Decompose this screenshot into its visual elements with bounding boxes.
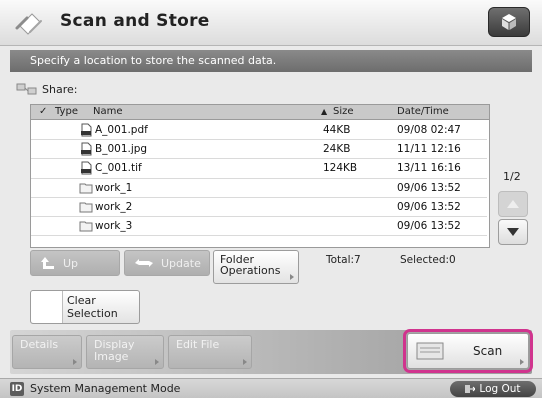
scroll-down-button[interactable] xyxy=(498,219,528,245)
folder-icon xyxy=(79,221,93,232)
scan-and-store-screen: Scan and Store Specify a location to sto… xyxy=(0,0,542,398)
box-icon xyxy=(502,14,516,30)
scanner-icon xyxy=(15,13,42,35)
details-button[interactable]: Details xyxy=(12,335,82,369)
logout-button[interactable]: Log Out xyxy=(450,381,536,397)
check-column-icon: ✓ xyxy=(39,106,48,117)
table-row[interactable]: work_2 09/06 13:52 xyxy=(31,197,487,217)
file-date: 09/06 13:52 xyxy=(397,200,461,213)
folder-operations-button[interactable]: Folder Operations xyxy=(213,250,299,284)
sort-ascending-icon: ▲ xyxy=(321,107,328,116)
pdf-icon xyxy=(81,123,92,137)
share-label: Share: xyxy=(42,82,78,96)
page-title: Scan and Store xyxy=(60,11,210,31)
details-label: Details xyxy=(20,338,59,351)
selected-count: Selected:0 xyxy=(400,254,456,266)
up-label: Up xyxy=(63,256,79,270)
clear-selection-line1: Clear xyxy=(67,294,96,307)
scan-icon xyxy=(416,342,444,360)
file-size: 24KB xyxy=(323,143,351,156)
share-location: Share: xyxy=(16,80,77,98)
file-date: 09/06 13:52 xyxy=(397,181,461,194)
display-image-line2: Image xyxy=(94,350,129,363)
logout-label: Log Out xyxy=(479,383,521,395)
status-bar: ID System Management Mode Log Out xyxy=(0,378,542,398)
file-rows: A_001.pdf 44KB 09/08 02:47 B_001.jpg 24K… xyxy=(31,121,487,237)
jpg-icon xyxy=(81,142,92,156)
column-date[interactable]: Date/Time xyxy=(397,106,449,117)
checkbox-icon xyxy=(31,291,63,323)
tif-icon xyxy=(81,161,92,175)
file-name: work_2 xyxy=(95,200,133,213)
display-image-button[interactable]: Display Image xyxy=(86,335,164,369)
scan-button[interactable]: Scan xyxy=(407,333,529,369)
update-button[interactable]: Update xyxy=(124,250,210,276)
folder-operations-label-line2: Operations xyxy=(220,264,281,277)
submenu-arrow-icon xyxy=(155,359,159,365)
table-row[interactable]: work_3 09/06 13:52 xyxy=(31,216,487,237)
refresh-icon xyxy=(135,259,153,267)
column-type[interactable]: Type xyxy=(55,106,78,117)
total-count: Total:7 xyxy=(326,254,361,266)
edit-file-label: Edit File xyxy=(176,338,220,351)
instruction-bar: Specify a location to store the scanned … xyxy=(10,50,532,72)
file-date: 13/11 16:16 xyxy=(397,162,461,175)
file-list-header: ✓ Type Name ▲ Size Date/Time xyxy=(30,104,490,120)
file-date: 09/08 02:47 xyxy=(397,124,461,136)
triangle-up-icon xyxy=(507,200,519,208)
file-size: 44KB xyxy=(323,124,351,136)
up-button[interactable]: Up xyxy=(30,250,120,276)
top-right-button[interactable] xyxy=(488,7,530,37)
column-name[interactable]: Name xyxy=(93,106,123,117)
folder-icon xyxy=(79,183,93,194)
file-name: A_001.pdf xyxy=(95,124,148,136)
table-row[interactable]: A_001.pdf 44KB 09/08 02:47 xyxy=(31,121,487,141)
submenu-arrow-icon xyxy=(290,274,294,280)
file-name: C_001.tif xyxy=(95,162,142,175)
file-size: 124KB xyxy=(323,162,358,175)
folder-icon xyxy=(79,202,93,213)
update-label: Update xyxy=(161,256,201,270)
file-name: work_3 xyxy=(95,219,133,232)
triangle-down-icon xyxy=(507,228,519,236)
logout-icon xyxy=(465,385,476,393)
column-size[interactable]: Size xyxy=(333,106,354,117)
clear-selection-button[interactable]: Clear Selection xyxy=(30,290,140,324)
page-indicator: 1/2 xyxy=(503,170,521,183)
table-row[interactable]: work_1 09/06 13:52 xyxy=(31,178,487,198)
system-mode-label: System Management Mode xyxy=(30,382,181,395)
file-name: B_001.jpg xyxy=(95,143,148,156)
submenu-arrow-icon xyxy=(243,359,247,365)
scan-label: Scan xyxy=(473,344,503,358)
file-date: 09/06 13:52 xyxy=(397,219,461,232)
id-icon: ID xyxy=(10,382,24,396)
file-name: work_1 xyxy=(95,181,133,194)
edit-file-button[interactable]: Edit File xyxy=(168,335,252,369)
scroll-up-button[interactable] xyxy=(498,191,528,217)
network-share-icon xyxy=(16,83,37,95)
submenu-arrow-icon xyxy=(520,359,524,365)
up-level-icon xyxy=(41,257,54,269)
table-row[interactable]: B_001.jpg 24KB 11/11 12:16 xyxy=(31,140,487,160)
clear-selection-line2: Selection xyxy=(67,307,118,320)
submenu-arrow-icon xyxy=(73,359,77,365)
table-row[interactable]: C_001.tif 124KB 13/11 16:16 xyxy=(31,159,487,179)
title-bar: Scan and Store xyxy=(0,0,542,46)
file-date: 11/11 12:16 xyxy=(397,143,461,156)
